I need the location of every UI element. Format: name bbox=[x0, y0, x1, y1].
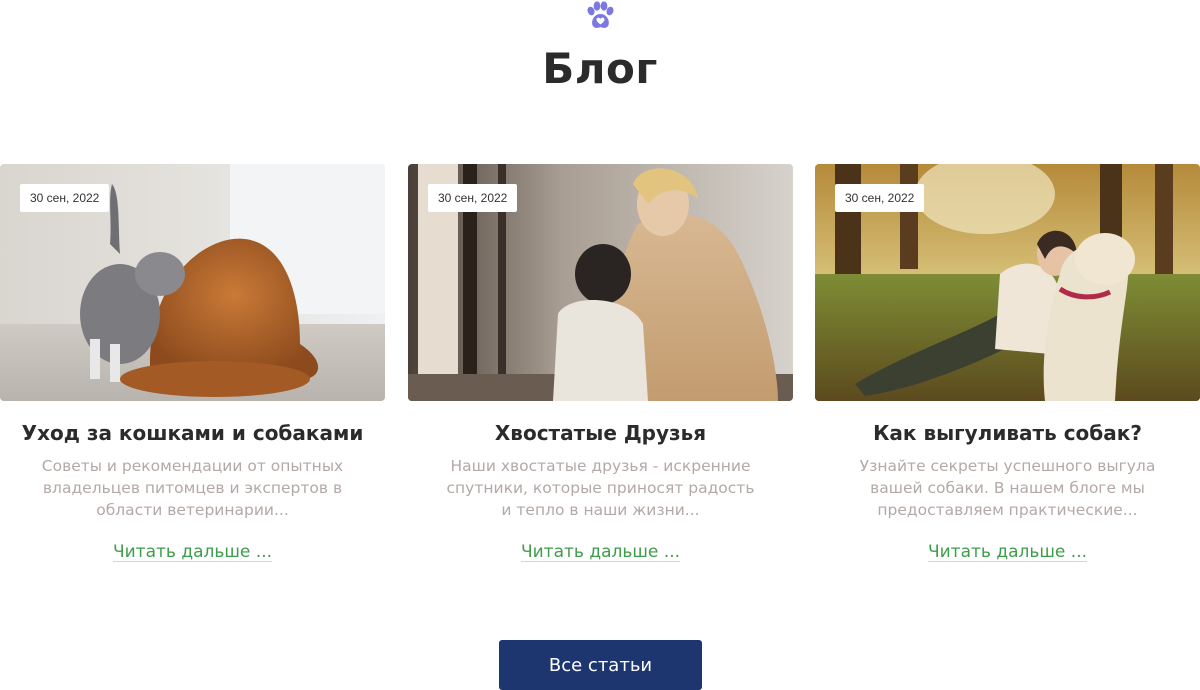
page-title: Блог bbox=[542, 44, 658, 93]
post-title[interactable]: Хвостатые Друзья bbox=[408, 421, 793, 445]
read-more-link[interactable]: Читать дальше ... bbox=[815, 542, 1200, 562]
blog-section: Блог 30 сен, 2022 Уход за кошками и соба… bbox=[0, 0, 1200, 690]
date-badge: 30 сен, 2022 bbox=[20, 184, 110, 212]
blog-card: 30 сен, 2022 Хвостатые Друзья Наши хвост… bbox=[408, 164, 793, 562]
woman-with-dog-in-park-photo[interactable]: 30 сен, 2022 bbox=[815, 164, 1200, 401]
blog-card: 30 сен, 2022 Как выгуливать собак? Узнай… bbox=[815, 164, 1200, 562]
post-excerpt: Узнайте секреты успешного выгула вашей с… bbox=[859, 457, 1156, 519]
post-excerpt: Наши хвостатые друзья - искренние спутни… bbox=[446, 457, 755, 519]
woman-with-dog-photo[interactable]: 30 сен, 2022 bbox=[408, 164, 793, 401]
paw-heart-icon bbox=[587, 1, 614, 28]
post-title[interactable]: Как выгуливать собак? bbox=[815, 421, 1200, 445]
date-badge: 30 сен, 2022 bbox=[428, 184, 518, 212]
all-articles-button[interactable]: Все статьи bbox=[499, 640, 702, 690]
post-title[interactable]: Уход за кошками и собаками bbox=[0, 421, 385, 445]
date-badge: 30 сен, 2022 bbox=[835, 184, 925, 212]
read-more-link[interactable]: Читать дальше ... bbox=[0, 542, 385, 562]
blog-card: 30 сен, 2022 Уход за кошками и собаками … bbox=[0, 164, 385, 562]
read-more-link[interactable]: Читать дальше ... bbox=[408, 542, 793, 562]
post-excerpt: Советы и рекомендации от опытных владель… bbox=[41, 457, 344, 519]
cat-and-dog-photo[interactable]: 30 сен, 2022 bbox=[0, 164, 385, 401]
